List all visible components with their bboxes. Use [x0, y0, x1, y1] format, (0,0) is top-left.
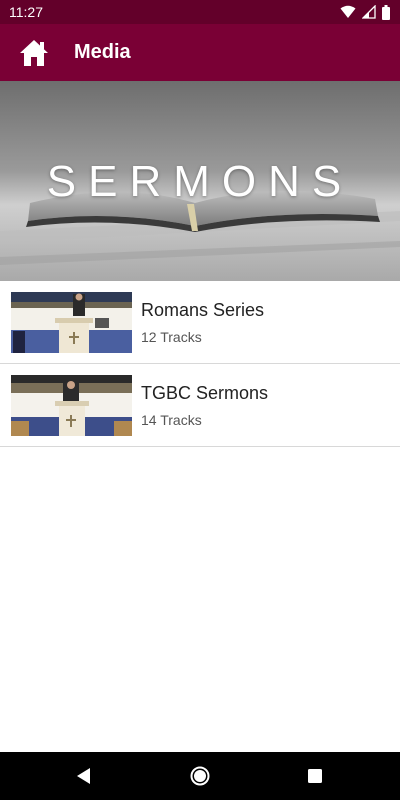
back-icon — [77, 768, 90, 784]
home-button[interactable] — [18, 38, 50, 68]
recents-icon — [308, 769, 322, 783]
app-bar: Media — [0, 24, 400, 81]
banner-title: SERMONS — [46, 157, 354, 206]
status-time: 11:27 — [9, 4, 43, 20]
status-icons — [340, 4, 390, 20]
list-item[interactable]: Romans Series 12 Tracks — [0, 281, 400, 364]
list-item[interactable]: TGBC Sermons 14 Tracks — [0, 364, 400, 447]
nav-home-button[interactable] — [188, 764, 212, 788]
page-title: Media — [74, 41, 131, 63]
system-nav-bar — [0, 752, 400, 800]
home-circle-icon — [190, 766, 210, 786]
wifi-icon — [340, 5, 356, 18]
battery-icon — [382, 4, 390, 20]
sermon-thumbnail — [11, 292, 132, 353]
nav-recents-button[interactable] — [303, 764, 327, 788]
pulpit-thumbnail-image — [11, 375, 132, 436]
item-title: Romans Series — [141, 300, 265, 320]
cellular-signal-icon — [362, 5, 376, 19]
status-bar: 11:27 — [0, 0, 400, 24]
media-list: Romans Series 12 Tracks TGBC Sermons 14 … — [0, 281, 400, 447]
nav-back-button[interactable] — [72, 764, 96, 788]
item-track-count: 12 Tracks — [141, 329, 202, 345]
home-icon — [20, 40, 48, 66]
item-track-count: 14 Tracks — [141, 412, 202, 428]
sermon-thumbnail — [11, 375, 132, 436]
item-title: TGBC Sermons — [141, 383, 269, 403]
sermons-banner: SERMONS — [0, 81, 400, 281]
pulpit-thumbnail-image — [11, 292, 132, 353]
